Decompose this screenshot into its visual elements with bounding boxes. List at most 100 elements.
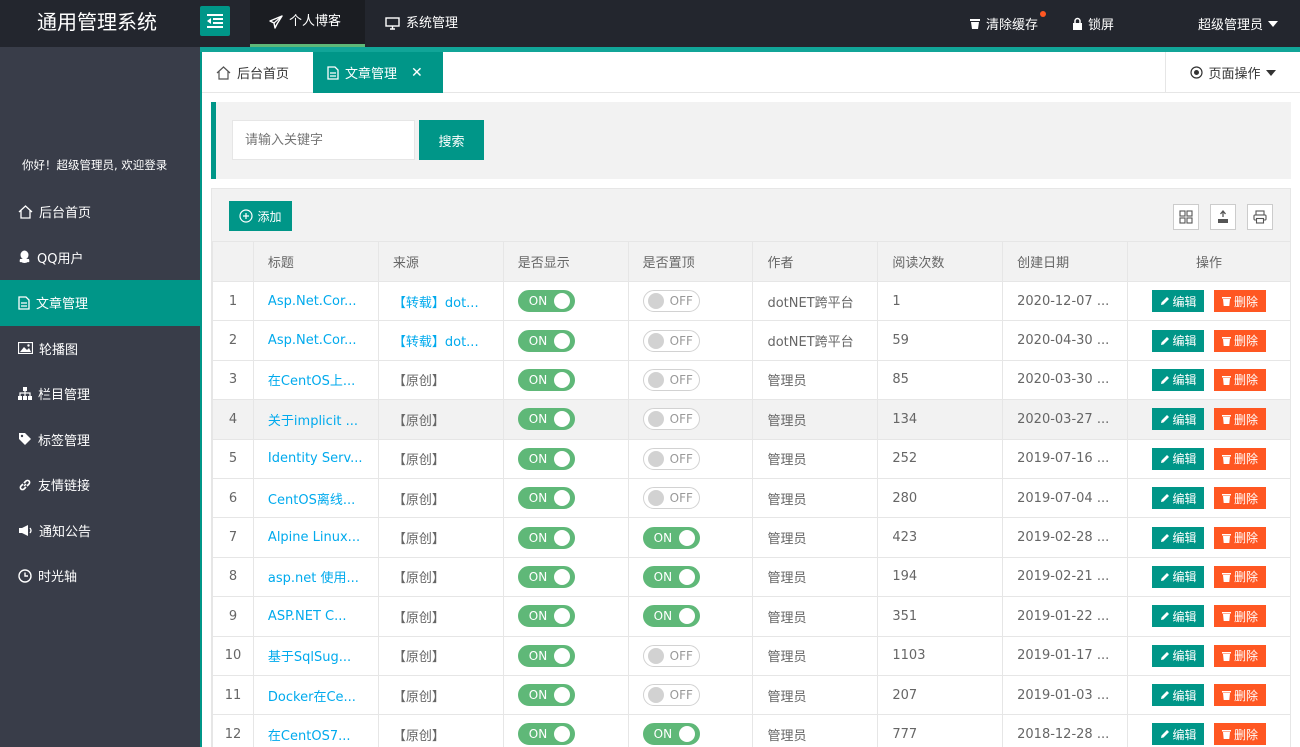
toggle-switch[interactable]: ON <box>517 329 575 352</box>
toggle-switch[interactable]: ON <box>517 368 575 391</box>
edit-button[interactable]: 编辑 <box>1152 605 1205 628</box>
toggle-switch[interactable]: OFF <box>642 644 700 667</box>
edit-button[interactable]: 编辑 <box>1152 329 1205 352</box>
toggle-switch[interactable]: ON <box>517 723 575 746</box>
toggle-switch[interactable]: OFF <box>642 329 700 352</box>
toggle-switch[interactable]: OFF <box>642 408 700 431</box>
title-cell[interactable]: Identity Serv... <box>252 438 379 479</box>
table-row[interactable]: 5 Identity Serv... 【原创】 ON OFF 管理员 252 2019-07-… <box>212 438 1291 479</box>
title-link[interactable]: 在CentOS7... <box>268 725 351 744</box>
edit-button[interactable]: 编辑 <box>1152 723 1205 746</box>
export-button[interactable] <box>1210 204 1236 230</box>
sidebar-item-timeline[interactable]: 时光轴 <box>0 553 200 599</box>
table-row[interactable]: 8 asp.net 使用... 【原创】 ON ON 管理员 194 2019-02-21 .… <box>212 556 1291 598</box>
toggle-switch[interactable]: OFF <box>642 684 700 707</box>
title-link[interactable]: 在CentOS上... <box>268 370 355 389</box>
toggle-switch[interactable]: ON <box>517 565 575 588</box>
column-header[interactable]: 来源 <box>377 241 504 282</box>
title-link[interactable]: Asp.Net.Cor... <box>268 333 357 348</box>
lock-screen-link[interactable]: 锁屏 <box>1072 14 1114 33</box>
sidebar-item-links[interactable]: 友情链接 <box>0 462 200 508</box>
delete-button[interactable]: 删除 <box>1214 408 1267 431</box>
tab-articles[interactable]: 文章管理 ✕ <box>313 52 443 93</box>
column-filter-button[interactable] <box>1173 204 1199 230</box>
edit-button[interactable]: 编辑 <box>1152 447 1205 470</box>
toggle-switch[interactable]: ON <box>517 447 575 470</box>
user-menu[interactable]: 超级管理员 <box>1198 14 1278 33</box>
edit-button[interactable]: 编辑 <box>1152 526 1205 549</box>
toggle-switch[interactable]: ON <box>517 684 575 707</box>
sidebar-item-notices[interactable]: 通知公告 <box>0 508 200 554</box>
column-header[interactable]: 是否置顶 <box>627 241 754 282</box>
delete-button[interactable]: 删除 <box>1214 368 1267 391</box>
table-row[interactable]: 11 Docker在Ce... 【原创】 ON OFF 管理员 207 2019-01-03 … <box>212 674 1291 716</box>
delete-button[interactable]: 删除 <box>1214 565 1267 588</box>
title-link[interactable]: Asp.Net.Cor... <box>268 294 357 309</box>
delete-button[interactable]: 删除 <box>1214 487 1267 510</box>
sidebar-item-tags[interactable]: 标签管理 <box>0 417 200 463</box>
column-header[interactable]: 创建日期 <box>1002 241 1129 282</box>
close-tab-icon[interactable]: ✕ <box>411 65 423 81</box>
title-cell[interactable]: 在CentOS上... <box>252 359 379 401</box>
source-text[interactable]: 【转载】dot... <box>393 292 479 311</box>
toggle-switch[interactable]: ON <box>642 526 700 549</box>
toggle-switch[interactable]: ON <box>517 408 575 431</box>
delete-button[interactable]: 删除 <box>1214 684 1267 707</box>
sidebar-item-articles[interactable]: 文章管理 <box>0 280 200 326</box>
title-cell[interactable]: Asp.Net.Cor... <box>252 320 379 361</box>
sidebar-item-columns[interactable]: 栏目管理 <box>0 371 200 417</box>
edit-button[interactable]: 编辑 <box>1152 487 1205 510</box>
table-row[interactable]: 4 关于implicit ... 【原创】 ON OFF 管理员 134 2020-03-27… <box>212 399 1291 440</box>
delete-button[interactable]: 删除 <box>1214 447 1267 470</box>
toggle-switch[interactable]: OFF <box>642 447 700 470</box>
toggle-switch[interactable]: ON <box>642 723 700 746</box>
toggle-switch[interactable]: ON <box>517 644 575 667</box>
title-link[interactable]: Identity Serv... <box>268 451 363 466</box>
sidebar-item-carousel[interactable]: 轮播图 <box>0 326 200 372</box>
edit-button[interactable]: 编辑 <box>1152 408 1205 431</box>
toggle-switch[interactable]: OFF <box>642 290 700 313</box>
sidebar-toggle-button[interactable] <box>200 6 230 36</box>
title-cell[interactable]: Alpine Linux... <box>252 517 379 558</box>
tab-home[interactable]: 后台首页 <box>216 52 289 93</box>
column-header[interactable]: 阅读次数 <box>877 241 1004 282</box>
title-link[interactable]: Docker在Ce... <box>268 686 356 705</box>
title-cell[interactable]: 基于SqlSug... <box>252 635 379 676</box>
table-row[interactable]: 6 CentOS离线... 【原创】 ON OFF 管理员 280 2019-07-04 ..… <box>212 477 1291 519</box>
toggle-switch[interactable]: OFF <box>642 368 700 391</box>
title-link[interactable]: 基于SqlSug... <box>268 646 351 665</box>
delete-button[interactable]: 删除 <box>1214 526 1267 549</box>
search-button[interactable]: 搜索 <box>419 120 484 160</box>
toggle-switch[interactable]: ON <box>642 565 700 588</box>
column-header[interactable]: 作者 <box>752 241 879 282</box>
table-row[interactable]: 2 Asp.Net.Cor... 【转载】dot... ON OFF dotNET跨平台 5… <box>212 320 1291 361</box>
edit-button[interactable]: 编辑 <box>1152 290 1205 313</box>
delete-button[interactable]: 删除 <box>1214 290 1267 313</box>
edit-button[interactable]: 编辑 <box>1152 368 1205 391</box>
table-row[interactable]: 9 ASP.NET C... 【原创】 ON ON 管理员 351 2019-01-22 ..… <box>212 596 1291 637</box>
table-row[interactable]: 3 在CentOS上... 【原创】 ON OFF 管理员 85 2020-03-30 ...… <box>212 359 1291 401</box>
edit-button[interactable]: 编辑 <box>1152 565 1205 588</box>
title-link[interactable]: asp.net 使用... <box>268 567 359 586</box>
title-cell[interactable]: 关于implicit ... <box>252 399 379 440</box>
delete-button[interactable]: 删除 <box>1214 644 1267 667</box>
delete-button[interactable]: 删除 <box>1214 723 1267 746</box>
column-header[interactable]: 是否显示 <box>502 241 629 282</box>
title-link[interactable]: Alpine Linux... <box>268 530 360 545</box>
table-row[interactable]: 1 Asp.Net.Cor... 【转载】dot... ON OFF dotNET跨平台 1… <box>212 280 1291 322</box>
toggle-switch[interactable]: ON <box>517 526 575 549</box>
title-cell[interactable]: ASP.NET C... <box>252 596 379 637</box>
title-cell[interactable]: asp.net 使用... <box>252 556 379 598</box>
add-button[interactable]: 添加 <box>229 201 292 231</box>
table-row[interactable]: 7 Alpine Linux... 【原创】 ON ON 管理员 423 2019-02-28… <box>212 517 1291 558</box>
edit-button[interactable]: 编辑 <box>1152 684 1205 707</box>
delete-button[interactable]: 删除 <box>1214 329 1267 352</box>
toggle-switch[interactable]: ON <box>517 605 575 628</box>
edit-button[interactable]: 编辑 <box>1152 644 1205 667</box>
page-operations-menu[interactable]: 页面操作 <box>1165 52 1300 93</box>
clear-cache-link[interactable]: 清除缓存 <box>969 11 1046 33</box>
search-input[interactable] <box>232 120 415 160</box>
toggle-switch[interactable]: ON <box>517 487 575 510</box>
topnav-item-system[interactable]: 系统管理 <box>365 0 478 47</box>
title-cell[interactable]: CentOS离线... <box>252 477 379 519</box>
